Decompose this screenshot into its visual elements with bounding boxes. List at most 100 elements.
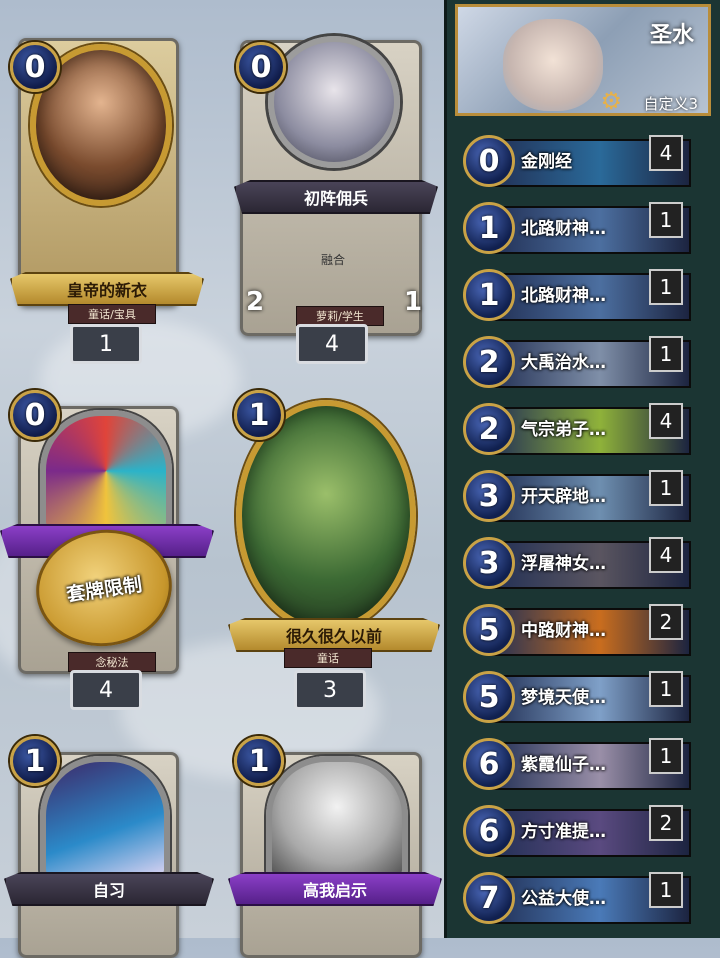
deck-card-row[interactable]: 3 浮屠神女… 4 — [463, 535, 709, 590]
card-tag: 童话/宝具 — [68, 304, 156, 324]
mana-cost-gem: 1 — [234, 736, 284, 786]
deck-hero-portrait — [503, 19, 603, 111]
deck-card-row[interactable]: 5 中路财神… 2 — [463, 602, 709, 657]
collection-card[interactable]: 0 套牌限制 念秘法 4 — [0, 380, 214, 710]
card-name: 自习 — [92, 881, 125, 900]
mana-cost: 0 — [250, 49, 272, 85]
mana-cost: 0 — [478, 143, 500, 179]
deck-card-row[interactable]: 7 公益大使… 1 — [463, 870, 709, 925]
deck-card-row[interactable]: 1 北路财神… 1 — [463, 267, 709, 322]
mana-cost-gem: 6 — [463, 738, 515, 790]
mana-cost: 2 — [478, 344, 500, 380]
deck-card-count: 1 — [649, 872, 683, 908]
deck-card-name: 开天辟地… — [521, 487, 606, 507]
deck-card-count: 4 — [649, 135, 683, 171]
deck-card-count: 4 — [649, 537, 683, 573]
mana-cost: 6 — [478, 813, 500, 849]
mana-cost: 5 — [478, 679, 500, 715]
deck-card-row[interactable]: 5 梦境天使… 1 — [463, 669, 709, 724]
deck-card-row[interactable]: 0 金刚经 4 — [463, 133, 709, 188]
deck-card-count: 1 — [649, 671, 683, 707]
mana-cost: 1 — [478, 210, 500, 246]
deck-limit-text: 套牌限制 — [65, 573, 144, 606]
deck-card-name: 方寸准提… — [521, 822, 606, 842]
deck-card-count: 1 — [649, 336, 683, 372]
card-art — [266, 756, 408, 880]
card-text: 融合 — [320, 252, 345, 267]
mana-cost: 1 — [24, 743, 46, 779]
health-value: 1 — [403, 287, 423, 317]
card-name-banner: 皇帝的新衣 — [10, 272, 204, 306]
card-art — [40, 756, 170, 880]
mana-cost-gem: 0 — [236, 42, 286, 92]
mana-cost: 0 — [24, 397, 46, 433]
deck-card-name: 金刚经 — [521, 152, 572, 172]
mana-cost-gem: 1 — [10, 736, 60, 786]
deck-card-row[interactable]: 3 开天辟地… 1 — [463, 468, 709, 523]
deck-card-name: 北路财神… — [521, 219, 606, 239]
mana-cost: 7 — [478, 880, 500, 916]
mana-cost-gem: 7 — [463, 872, 515, 924]
deck-card-count: 2 — [649, 604, 683, 640]
collection-card[interactable]: 1 很久很久以前 童话 3 — [228, 380, 440, 710]
deck-header[interactable]: 圣水 ⚙ 自定义3 — [455, 4, 711, 116]
deck-card-row[interactable]: 6 紫霞仙子… 1 — [463, 736, 709, 791]
card-tag: 童话 — [284, 648, 372, 668]
deck-card-name: 紫霞仙子… — [521, 755, 606, 775]
card-name-banner: 初阵佣兵 — [234, 180, 438, 214]
deck-subtitle: 自定义3 — [643, 95, 698, 113]
mana-cost-gem: 0 — [10, 390, 60, 440]
deck-card-count: 1 — [649, 738, 683, 774]
collection-card[interactable]: 1 高我启示 — [228, 730, 442, 958]
deck-card-name: 梦境天使… — [521, 688, 606, 708]
deck-card-row[interactable]: 2 大禹治水… 1 — [463, 334, 709, 389]
mana-cost-gem: 6 — [463, 805, 515, 857]
mana-cost: 5 — [478, 612, 500, 648]
attack-value: 2 — [245, 287, 265, 317]
mana-cost: 0 — [24, 49, 46, 85]
card-count: 4 — [70, 670, 142, 710]
card-name: 高我启示 — [302, 881, 367, 900]
deck-card-count: 1 — [649, 202, 683, 238]
deck-card-name: 气宗弟子… — [521, 420, 606, 440]
card-name-banner: 高我启示 — [228, 872, 442, 906]
deck-card-count: 1 — [649, 470, 683, 506]
deck-sidebar: 圣水 ⚙ 自定义3 0 金刚经 4 1 北路财神… 1 1 北路财神… 1 2 大禹治水… 1 2 气宗弟… — [444, 0, 720, 938]
card-tag: 念秘法 — [68, 652, 156, 672]
deck-card-name: 中路财神… — [521, 621, 606, 641]
mana-cost-gem: 2 — [463, 403, 515, 455]
mana-cost-gem: 3 — [463, 470, 515, 522]
mana-cost-gem: 1 — [234, 390, 284, 440]
collection-card[interactable]: 0 初阵佣兵 融合 2 1 萝莉/学生 4 — [228, 20, 438, 364]
card-name: 很久很久以前 — [285, 627, 382, 646]
deck-card-name: 浮屠神女… — [521, 554, 606, 574]
mana-cost: 1 — [478, 277, 500, 313]
deck-card-count: 1 — [649, 269, 683, 305]
collection-card[interactable]: 0 皇帝的新衣 童话/宝具 1 — [0, 20, 204, 364]
mana-cost-gem: 5 — [463, 671, 515, 723]
mana-cost-gem: 1 — [463, 202, 515, 254]
deck-card-name: 公益大使… — [521, 889, 606, 909]
card-name: 皇帝的新衣 — [66, 281, 147, 300]
deck-card-row[interactable]: 2 气宗弟子… 4 — [463, 401, 709, 456]
mana-cost-gem: 1 — [463, 269, 515, 321]
mana-cost-gem: 5 — [463, 604, 515, 656]
deck-card-row[interactable]: 1 北路财神… 1 — [463, 200, 709, 255]
mana-cost: 3 — [478, 545, 500, 581]
deck-card-row[interactable]: 6 方寸准提… 2 — [463, 803, 709, 858]
mana-cost: 1 — [248, 743, 270, 779]
deck-title: 圣水 — [649, 23, 694, 48]
card-count: 1 — [70, 324, 142, 364]
deck-card-count: 2 — [649, 805, 683, 841]
card-count: 4 — [296, 324, 368, 364]
card-art — [40, 410, 172, 532]
collection-card[interactable]: 1 自习 — [0, 730, 214, 958]
deck-card-name: 大禹治水… — [521, 353, 606, 373]
card-name-banner: 很久很久以前 — [228, 618, 440, 652]
card-art — [268, 36, 400, 168]
gear-icon[interactable]: ⚙ — [600, 87, 622, 115]
mana-cost-gem: 3 — [463, 537, 515, 589]
card-collection: 0 皇帝的新衣 童话/宝具 1 0 初阵佣兵 融合 2 1 萝莉/学生 4 0 … — [0, 0, 442, 958]
deck-card-name: 北路财神… — [521, 286, 606, 306]
deck-card-count: 4 — [649, 403, 683, 439]
